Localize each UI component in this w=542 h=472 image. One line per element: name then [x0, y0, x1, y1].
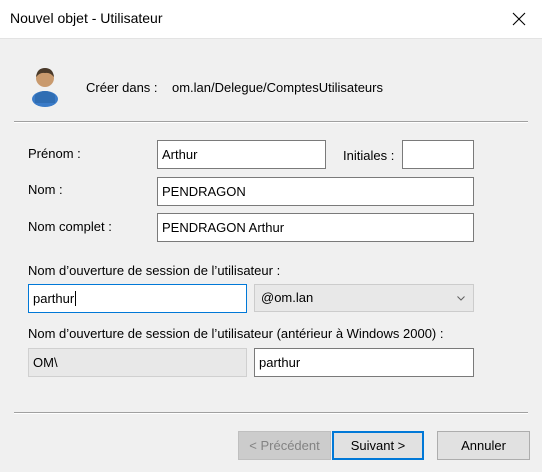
- create-in-label: Créer dans :: [86, 80, 158, 95]
- last-name-label: Nom :: [28, 182, 63, 197]
- domain-suffix-select[interactable]: @om.lan: [254, 284, 474, 312]
- initials-input[interactable]: [402, 140, 474, 169]
- first-name-input[interactable]: Arthur: [157, 140, 326, 169]
- logon-pre2000-label: Nom d’ouverture de session de l’utilisat…: [28, 326, 444, 341]
- full-name-input[interactable]: PENDRAGON Arthur: [157, 213, 474, 242]
- netbios-domain-field: OM\: [28, 348, 247, 377]
- cancel-button[interactable]: Annuler: [437, 431, 530, 460]
- user-icon: [32, 68, 58, 107]
- first-name-label: Prénom :: [28, 146, 81, 161]
- previous-button[interactable]: < Précédent: [238, 431, 331, 460]
- create-in-path: om.lan/Delegue/ComptesUtilisateurs: [172, 80, 383, 95]
- last-name-input[interactable]: PENDRAGON: [157, 177, 474, 206]
- close-button[interactable]: [496, 0, 542, 38]
- logon-name-label: Nom d’ouverture de session de l’utilisat…: [28, 263, 281, 278]
- title-bar: Nouvel objet - Utilisateur: [0, 0, 542, 39]
- separator: [14, 412, 528, 414]
- initials-label: Initiales :: [343, 148, 395, 163]
- domain-suffix-value: @om.lan: [261, 290, 314, 305]
- text-caret: [75, 291, 77, 306]
- separator: [14, 121, 528, 123]
- close-icon: [512, 12, 526, 26]
- next-button[interactable]: Suivant >: [332, 431, 424, 460]
- full-name-label: Nom complet :: [28, 219, 112, 234]
- logon-name-input[interactable]: parthur: [28, 284, 247, 313]
- chevron-down-icon: [457, 296, 465, 301]
- logon-pre2000-input[interactable]: parthur: [254, 348, 474, 377]
- window-title: Nouvel objet - Utilisateur: [10, 10, 163, 26]
